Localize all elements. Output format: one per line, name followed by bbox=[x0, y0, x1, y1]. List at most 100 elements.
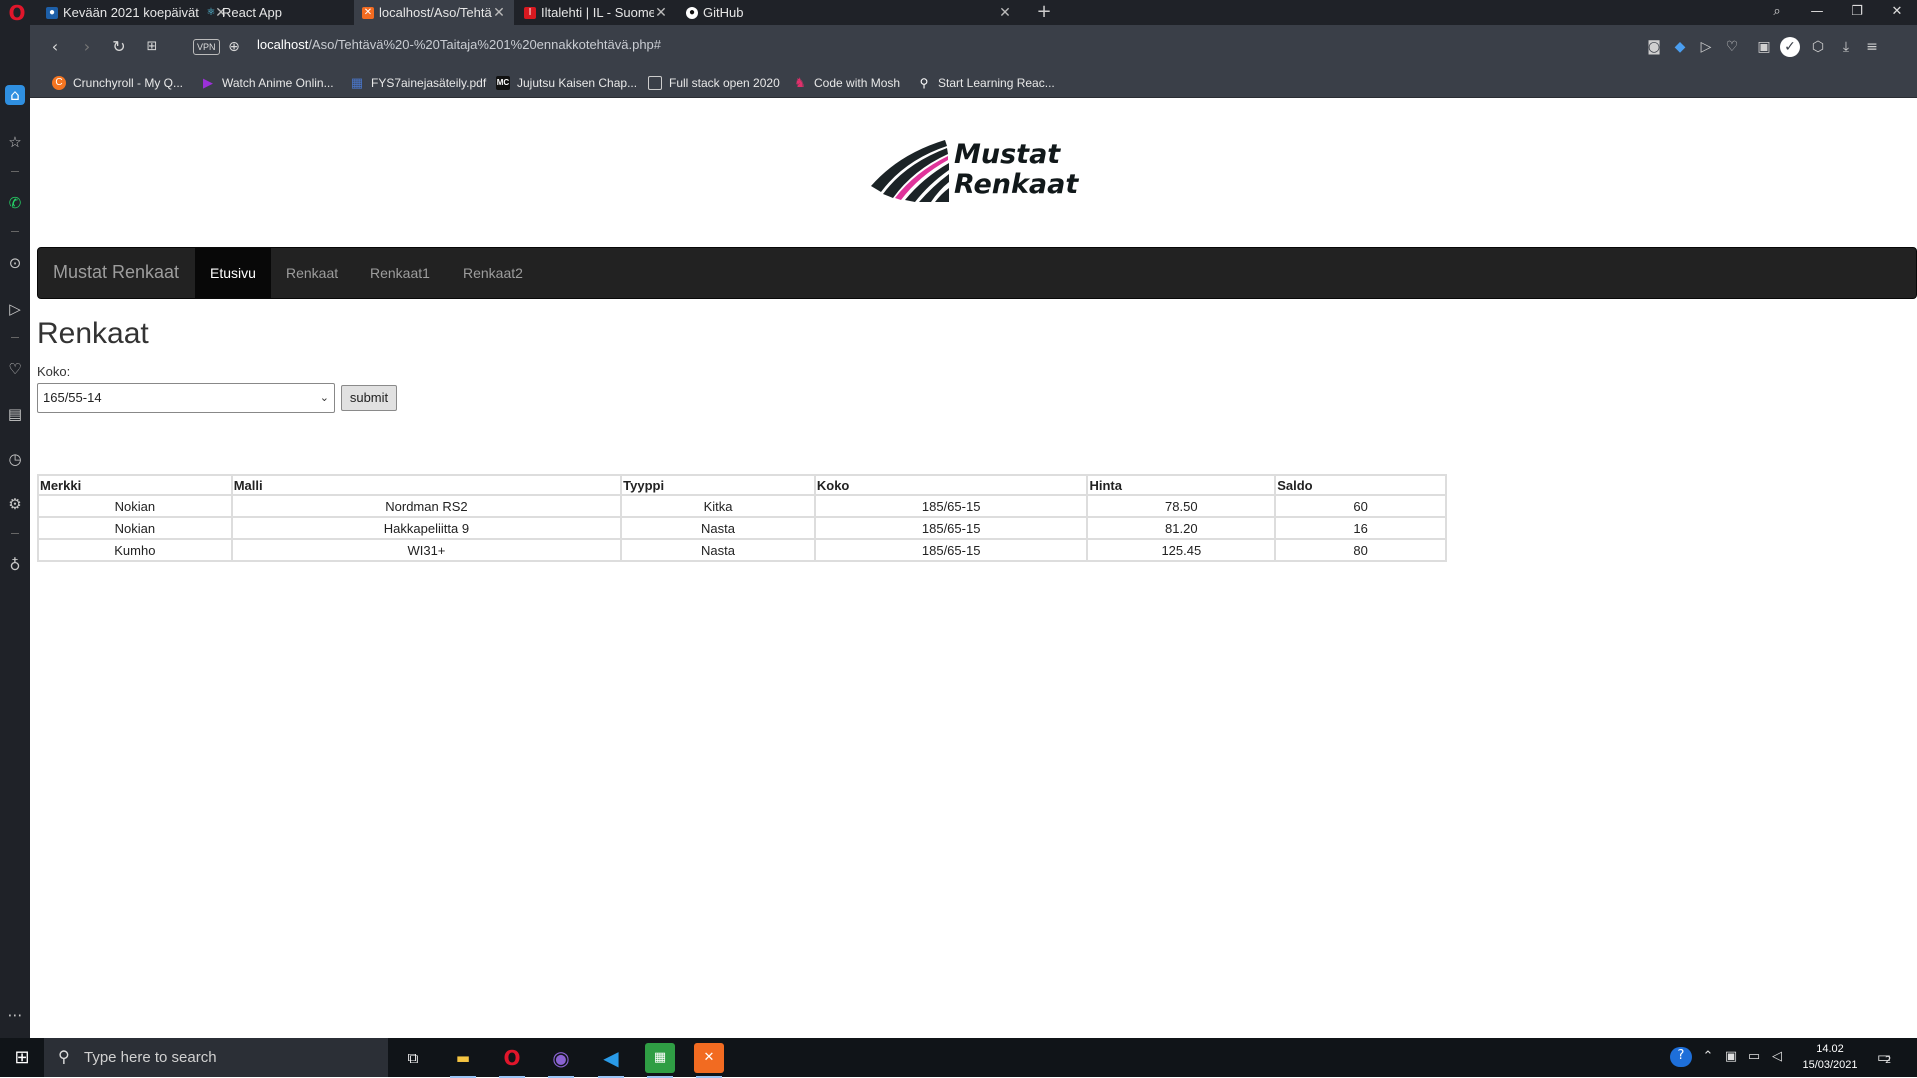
file-explorer-icon[interactable]: ▬ bbox=[448, 1043, 478, 1078]
taskbar-search-placeholder: Type here to search bbox=[84, 1049, 217, 1066]
bookmark-item[interactable]: ⚲ Start Learning Reac... bbox=[917, 76, 1055, 90]
task-view-icon[interactable]: ⧉ bbox=[398, 1043, 428, 1073]
search-tabs-icon[interactable]: ⌕ bbox=[1757, 0, 1797, 25]
cell-malli: WI31+ bbox=[230, 538, 623, 562]
logo-line-1: Mustat bbox=[954, 139, 1061, 170]
windows-start-icon[interactable]: ⊞ bbox=[0, 1038, 44, 1077]
cube-extension-icon[interactable]: ⬡ bbox=[1808, 37, 1828, 57]
tab-close-icon[interactable]: ✕ bbox=[654, 4, 668, 21]
sidebar-divider bbox=[11, 171, 19, 172]
bookmark-item[interactable]: ♞ Code with Mosh bbox=[793, 76, 900, 91]
settings-gear-icon[interactable]: ⚙ bbox=[5, 494, 25, 514]
navbar-brand[interactable]: Mustat Renkaat bbox=[53, 262, 179, 283]
restore-button[interactable]: ❐ bbox=[1837, 0, 1877, 25]
url-field[interactable]: localhost/Aso/Tehtävä%20-%20Taitaja%201%… bbox=[257, 37, 661, 52]
crunchyroll-icon: C bbox=[52, 76, 66, 90]
tabs-grid-icon[interactable]: ⊞ bbox=[141, 36, 163, 58]
github-desktop-icon[interactable]: ◉ bbox=[546, 1043, 576, 1078]
extension-se-icon[interactable]: ▣ bbox=[1754, 37, 1774, 57]
news-icon[interactable]: ▤ bbox=[5, 404, 25, 424]
opera-taskbar-icon[interactable]: O bbox=[497, 1043, 527, 1078]
nav-link-renkaat1[interactable]: Renkaat1 bbox=[355, 248, 445, 298]
table-row: Nokian Hakkapeliitta 9 Nasta 185/65-15 8… bbox=[37, 516, 1447, 540]
whatsapp-icon[interactable]: ✆ bbox=[5, 193, 25, 213]
logo-text: Mustat Renkaat bbox=[954, 140, 1078, 200]
close-window-button[interactable]: ✕ bbox=[1877, 0, 1917, 25]
tab-title: GitHub bbox=[703, 5, 744, 20]
bookmark-item[interactable]: ▶ Watch Anime Onlin... bbox=[201, 76, 334, 91]
nav-link-renkaat2[interactable]: Renkaat2 bbox=[448, 248, 538, 298]
clock-time: 14.02 bbox=[1816, 1043, 1844, 1055]
shield-icon[interactable]: ◆ bbox=[1670, 37, 1690, 57]
mc-icon: MC bbox=[496, 76, 510, 90]
cell-malli: Nordman RS2 bbox=[230, 494, 623, 518]
column-header-merkki: Merkki bbox=[37, 474, 233, 496]
browser-tab[interactable]: ● GitHub ✕ bbox=[678, 0, 1020, 25]
bookmark-item[interactable]: MC Jujutsu Kaisen Chap... bbox=[496, 76, 637, 90]
lightbulb-icon[interactable]: ♁ bbox=[5, 555, 25, 575]
home-icon[interactable]: ⌂ bbox=[5, 85, 25, 105]
sidebar-divider bbox=[11, 231, 19, 232]
bookmark-label: Watch Anime Onlin... bbox=[222, 76, 334, 90]
heart-icon[interactable]: ♡ bbox=[5, 359, 25, 379]
bookmark-item[interactable]: ▦ FYS7ainejasäteily.pdf bbox=[350, 76, 486, 91]
opera-logo-icon[interactable]: O bbox=[6, 2, 28, 24]
help-icon[interactable]: ? bbox=[1670, 1047, 1692, 1067]
table-row: Kumho WI31+ Nasta 185/65-15 125.45 80 bbox=[37, 538, 1447, 562]
spreadsheet-app-icon[interactable]: ▦ bbox=[645, 1043, 675, 1078]
volume-icon[interactable]: ◁ bbox=[1768, 1048, 1786, 1066]
minimize-button[interactable]: — bbox=[1797, 0, 1837, 25]
nav-link-etusivu[interactable]: Etusivu bbox=[195, 248, 271, 298]
vscode-icon[interactable]: ◀ bbox=[596, 1043, 626, 1078]
vpn-badge[interactable]: VPN bbox=[193, 39, 220, 55]
tray-app-icon[interactable]: ▣ bbox=[1722, 1048, 1740, 1066]
submit-button[interactable]: submit bbox=[341, 385, 397, 411]
cell-saldo: 16 bbox=[1274, 516, 1447, 540]
bookmark-item[interactable]: C Crunchyroll - My Q... bbox=[52, 76, 183, 90]
heart-bookmark-icon[interactable]: ♡ bbox=[1722, 37, 1742, 57]
easy-setup-icon[interactable]: ≡ bbox=[1862, 37, 1882, 57]
cell-malli: Hakkapeliitta 9 bbox=[230, 516, 623, 540]
site-logo[interactable]: Mustat Renkaat bbox=[869, 136, 1089, 206]
download-icon[interactable]: ⤓ bbox=[1836, 37, 1856, 57]
notifications-icon[interactable]: ▭ 2 bbox=[1872, 1048, 1896, 1066]
send-to-flow-icon[interactable]: ▷ bbox=[1696, 37, 1716, 57]
taskbar-search-input[interactable]: ⚲ Type here to search bbox=[44, 1038, 388, 1077]
site-navbar: Mustat Renkaat Etusivu Renkaat Renkaat1 … bbox=[37, 247, 1917, 299]
cell-tyyppi: Nasta bbox=[620, 516, 816, 540]
cell-merkki: Nokian bbox=[37, 494, 233, 518]
cell-hinta: 81.20 bbox=[1086, 516, 1277, 540]
history-clock-icon[interactable]: ◷ bbox=[5, 449, 25, 469]
tray-chevron-up-icon[interactable]: ⌃ bbox=[1700, 1048, 1716, 1066]
forward-icon[interactable]: › bbox=[76, 36, 98, 58]
tab-title: localhost/Aso/Tehtävä - Tai bbox=[379, 5, 492, 20]
network-icon[interactable]: ▭ bbox=[1745, 1048, 1763, 1066]
browser-tab-bar: O ● Kevään 2021 koepäivät ✕ ⚛ React App … bbox=[0, 0, 1917, 25]
send-icon[interactable]: ▷ bbox=[5, 299, 25, 319]
react-icon: ⚛ bbox=[206, 6, 216, 18]
cell-koko: 185/65-15 bbox=[813, 538, 1089, 562]
speed-dial-star-icon[interactable]: ☆ bbox=[5, 132, 25, 152]
player-icon[interactable]: ⊙ bbox=[5, 253, 25, 273]
back-icon[interactable]: ‹ bbox=[44, 36, 66, 58]
web-page: Mustat Renkaat Mustat Renkaat Etusivu Re… bbox=[37, 98, 1917, 1038]
snapshot-camera-icon[interactable]: ◙ bbox=[1644, 37, 1664, 57]
bookmark-item[interactable]: Full stack open 2020 bbox=[648, 76, 780, 90]
vpn-extension-icon[interactable]: ✓ bbox=[1780, 37, 1800, 57]
new-tab-button[interactable]: + bbox=[1034, 0, 1054, 25]
road-stripes-logo-icon bbox=[871, 140, 949, 202]
tab-close-icon[interactable]: ✕ bbox=[998, 4, 1012, 21]
tab-close-icon[interactable]: ✕ bbox=[492, 4, 506, 21]
browser-tab[interactable]: I Iltalehti | IL - Suomen nope ✕ bbox=[516, 0, 676, 25]
xampp-taskbar-icon[interactable]: ✕ bbox=[694, 1043, 724, 1078]
table-row: Nokian Nordman RS2 Kitka 185/65-15 78.50… bbox=[37, 494, 1447, 518]
browser-tab-active[interactable]: ✕ localhost/Aso/Tehtävä - Tai ✕ bbox=[354, 0, 514, 25]
koko-select[interactable]: 165/55-14 ⌄ bbox=[37, 383, 335, 413]
taskbar-clock[interactable]: 14.02 15/03/2021 bbox=[1795, 1041, 1865, 1073]
reload-icon[interactable]: ↻ bbox=[108, 36, 130, 58]
cell-merkki: Kumho bbox=[37, 538, 233, 562]
address-bar: ‹ › ↻ ⊞ VPN ⊕ localhost/Aso/Tehtävä%20-%… bbox=[30, 25, 1917, 70]
column-header-hinta: Hinta bbox=[1086, 474, 1277, 496]
more-icon[interactable]: ⋯ bbox=[5, 1005, 25, 1025]
nav-link-renkaat[interactable]: Renkaat bbox=[271, 248, 353, 298]
